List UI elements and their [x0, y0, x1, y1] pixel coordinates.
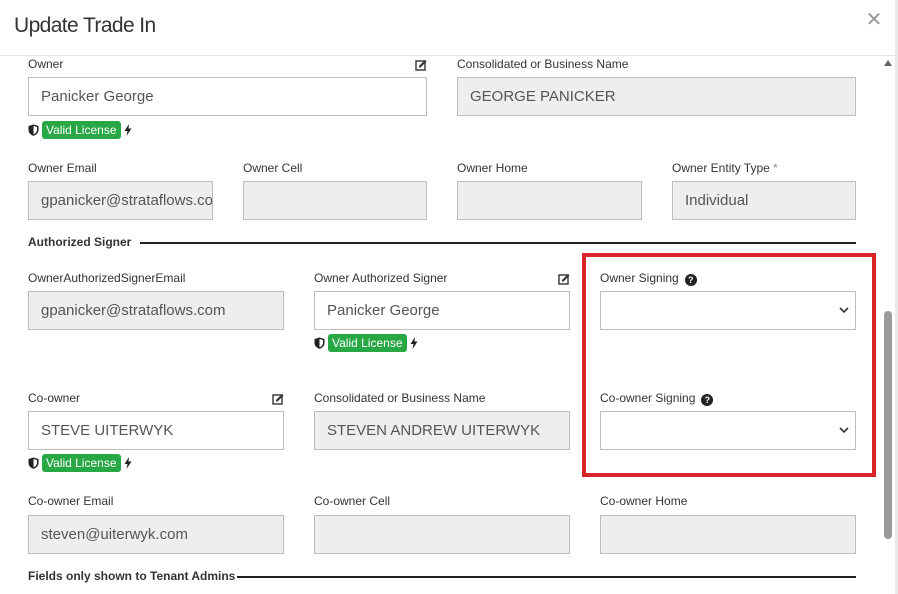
section-divider — [237, 576, 856, 578]
coowner-signing-label: Co-owner Signing? — [600, 391, 714, 406]
modal-header: Update Trade In ✕ — [0, 0, 898, 56]
coowner-home-input — [600, 515, 856, 554]
owner-signing-label: Owner Signing? — [600, 271, 697, 286]
close-icon[interactable]: ✕ — [864, 10, 884, 30]
owner-authorized-signer-email-input: gpanicker@strataflows.com — [28, 291, 284, 330]
owner-authorized-signer-input[interactable]: Panicker George — [314, 291, 570, 330]
coowner-home-label: Co-owner Home — [600, 494, 688, 508]
owner-cell-label: Owner Cell — [243, 161, 303, 175]
owner-cell-input — [243, 181, 427, 220]
help-icon[interactable]: ? — [684, 274, 697, 286]
coowner-signing-label-text: Co-owner Signing — [600, 391, 696, 405]
shield-icon — [314, 337, 325, 349]
tenant-admin-section-title: Fields only shown to Tenant Admins — [28, 569, 236, 583]
coowner-email-label: Co-owner Email — [28, 494, 114, 508]
owner-email-input: gpanicker@strataflows.com — [28, 181, 213, 220]
owner-label: Owner — [28, 57, 64, 71]
shield-icon — [28, 124, 39, 136]
required-mark: * — [773, 161, 778, 175]
bolt-icon — [124, 457, 131, 469]
coowner-cell-input — [314, 515, 570, 554]
authorized-signer-section-title: Authorized Signer — [28, 235, 132, 249]
owner-authorized-signer-label: Owner Authorized Signer — [314, 271, 448, 285]
chevron-down-icon — [839, 307, 849, 314]
coowner-cell-label: Co-owner Cell — [314, 494, 391, 508]
valid-license-badge: Valid License — [42, 454, 121, 472]
coowner-input[interactable]: STEVE UITERWYK — [28, 411, 284, 450]
owner-authorized-signer-email-label: OwnerAuthorizedSignerEmail — [28, 271, 186, 285]
section-divider — [140, 242, 856, 244]
owner-signing-select[interactable] — [600, 291, 856, 330]
edit-icon[interactable] — [272, 393, 284, 405]
owner-home-input — [457, 181, 642, 220]
coowner-business-label: Consolidated or Business Name — [314, 391, 486, 405]
valid-license-badge: Valid License — [328, 334, 407, 352]
coowner-business-input: STEVEN ANDREW UITERWYK — [314, 411, 570, 450]
edit-icon[interactable] — [558, 273, 570, 285]
bolt-icon — [124, 124, 131, 136]
coowner-signing-select[interactable] — [600, 411, 856, 450]
owner-entity-type-label-text: Owner Entity Type — [672, 161, 770, 175]
owner-business-label: Consolidated or Business Name — [457, 57, 629, 71]
signer-license-row: Valid License — [314, 334, 418, 352]
modal-title: Update Trade In — [14, 14, 156, 37]
owner-home-label: Owner Home — [457, 161, 528, 175]
bolt-icon — [410, 337, 417, 349]
scrollbar-thumb[interactable] — [884, 311, 892, 539]
owner-input[interactable]: Panicker George — [28, 77, 427, 116]
owner-entity-type-label: Owner Entity Type * — [672, 161, 778, 175]
help-icon[interactable]: ? — [701, 394, 714, 406]
coowner-license-row: Valid License — [28, 454, 132, 472]
owner-email-label: Owner Email — [28, 161, 97, 175]
chevron-down-icon — [839, 427, 849, 434]
owner-signing-label-text: Owner Signing — [600, 271, 679, 285]
shield-icon — [28, 457, 39, 469]
scroll-up-icon[interactable] — [884, 60, 892, 66]
coowner-label: Co-owner — [28, 391, 81, 405]
owner-entity-type-input: Individual — [672, 181, 856, 220]
coowner-email-input: steven@uiterwyk.com — [28, 515, 284, 554]
edit-icon[interactable] — [415, 59, 427, 71]
owner-license-row: Valid License — [28, 121, 132, 139]
valid-license-badge: Valid License — [42, 121, 121, 139]
owner-business-input: GEORGE PANICKER — [457, 77, 856, 116]
